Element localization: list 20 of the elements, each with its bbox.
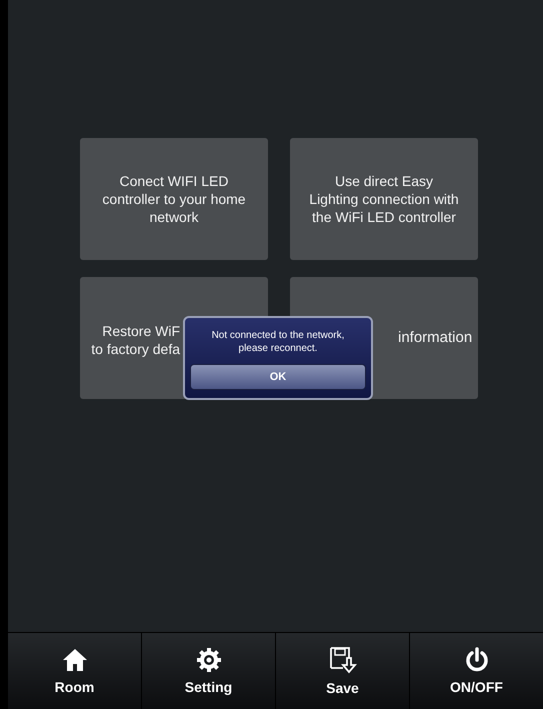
settings-icon <box>196 647 222 673</box>
tile-label: Lighting connection with <box>309 190 459 208</box>
house-icon <box>62 647 88 673</box>
menu-tile[interactable]: Use direct Easy Lighting connection with the WiFi LED controller <box>290 138 478 260</box>
tab-button[interactable]: Save <box>276 633 410 709</box>
tile-label: Restore WiF <box>102 322 180 340</box>
tile-label: Use direct Easy <box>334 172 434 190</box>
tile-label: Conect WIFI LED <box>120 172 228 190</box>
power-icon <box>464 647 490 673</box>
ok-button[interactable]: OK <box>190 364 366 390</box>
tile-label: controller to your home <box>102 190 246 208</box>
tab-button[interactable]: Room <box>8 633 142 709</box>
menu-tile[interactable]: Conect WIFI LED controller to your home network <box>80 138 268 260</box>
tile-label: information <box>398 329 472 347</box>
tab-button[interactable]: ON/OFF <box>410 633 543 709</box>
tile-label: to factory defa <box>91 340 180 358</box>
floppy-download-icon <box>328 646 356 674</box>
tab-button[interactable]: Setting <box>142 633 276 709</box>
tile-label: network <box>149 208 199 226</box>
tile-label: the WiFi LED controller <box>312 208 456 226</box>
